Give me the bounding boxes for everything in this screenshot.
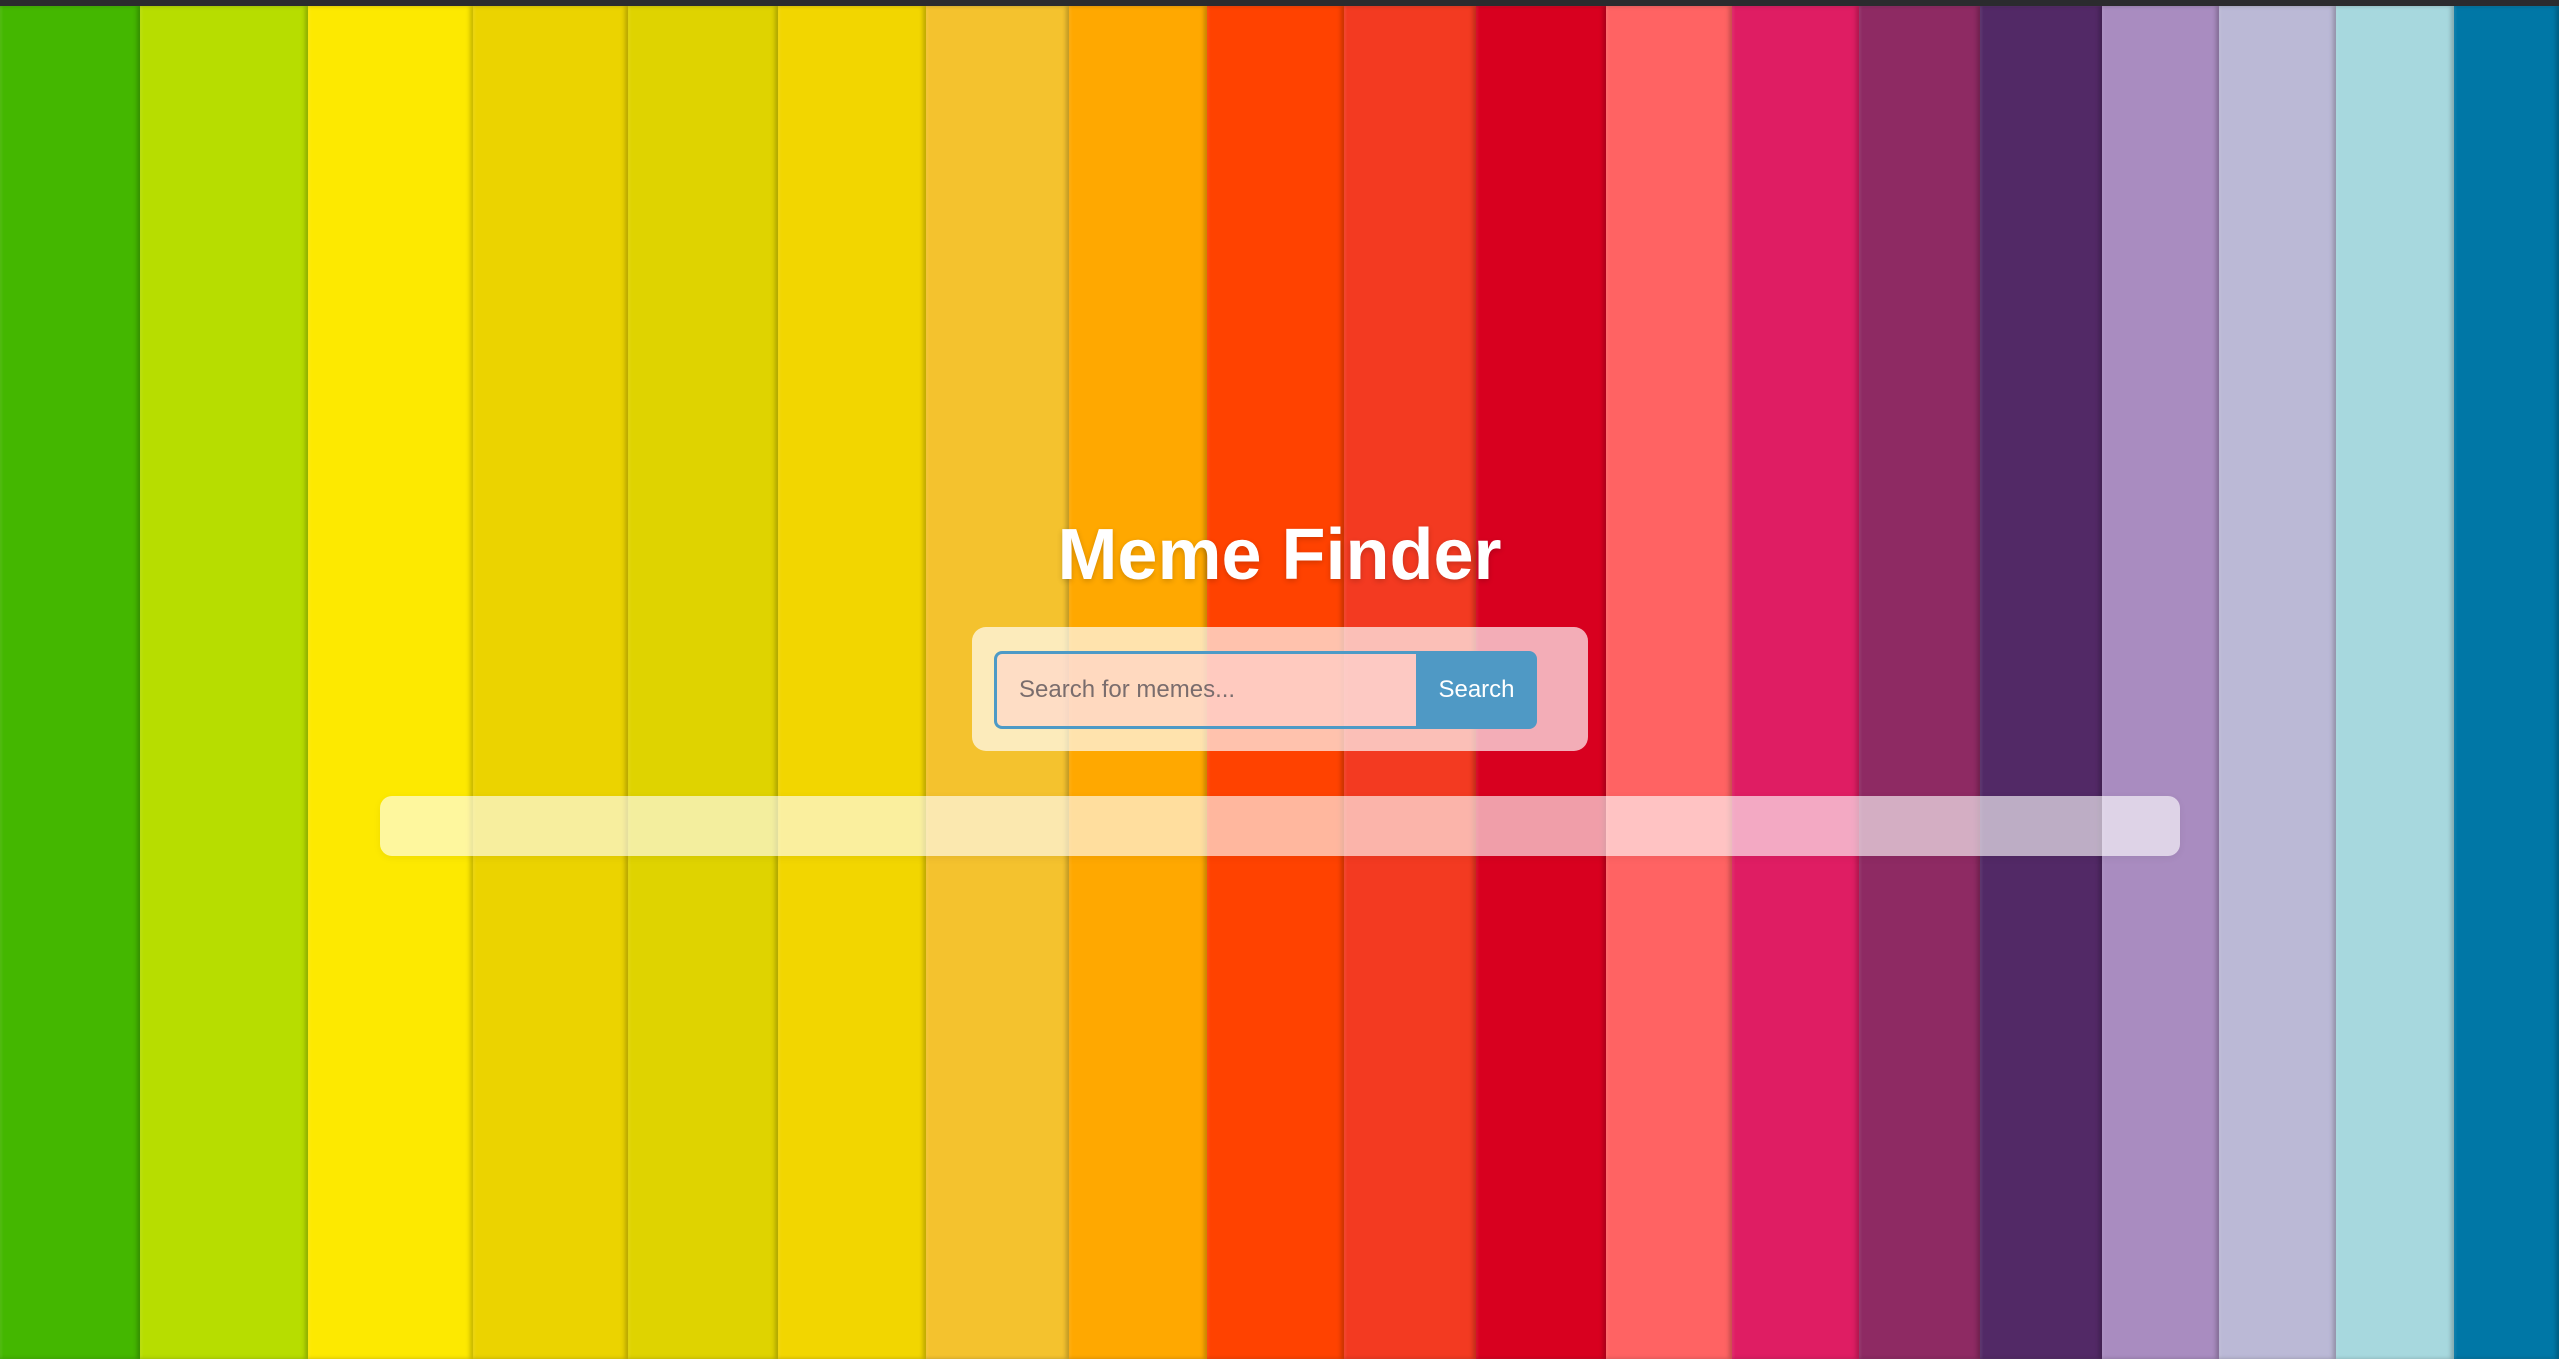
- background-stripe: [2219, 6, 2336, 1359]
- background-stripe: [2336, 6, 2454, 1359]
- browser-top-strip: [0, 0, 2559, 6]
- background-stripe: [778, 6, 926, 1359]
- page: Meme Finder Search: [0, 0, 2559, 1359]
- background-stripe: [0, 6, 140, 1359]
- background-stripe: [2102, 6, 2219, 1359]
- background-stripe: [2454, 6, 2559, 1359]
- results-container: [380, 796, 2180, 856]
- background-stripe: [1980, 6, 2102, 1359]
- background-stripe: [628, 6, 778, 1359]
- search-panel: Search: [972, 627, 1588, 751]
- background-stripe: [308, 6, 473, 1359]
- background-stripe: [1732, 6, 1859, 1359]
- background-stripe: [140, 6, 308, 1359]
- background-stripe: [473, 6, 628, 1359]
- search-input[interactable]: [994, 651, 1416, 729]
- background-stripe: [1606, 6, 1732, 1359]
- page-title: Meme Finder: [1057, 515, 1502, 595]
- background-stripe: [1859, 6, 1980, 1359]
- search-button[interactable]: Search: [1416, 651, 1537, 729]
